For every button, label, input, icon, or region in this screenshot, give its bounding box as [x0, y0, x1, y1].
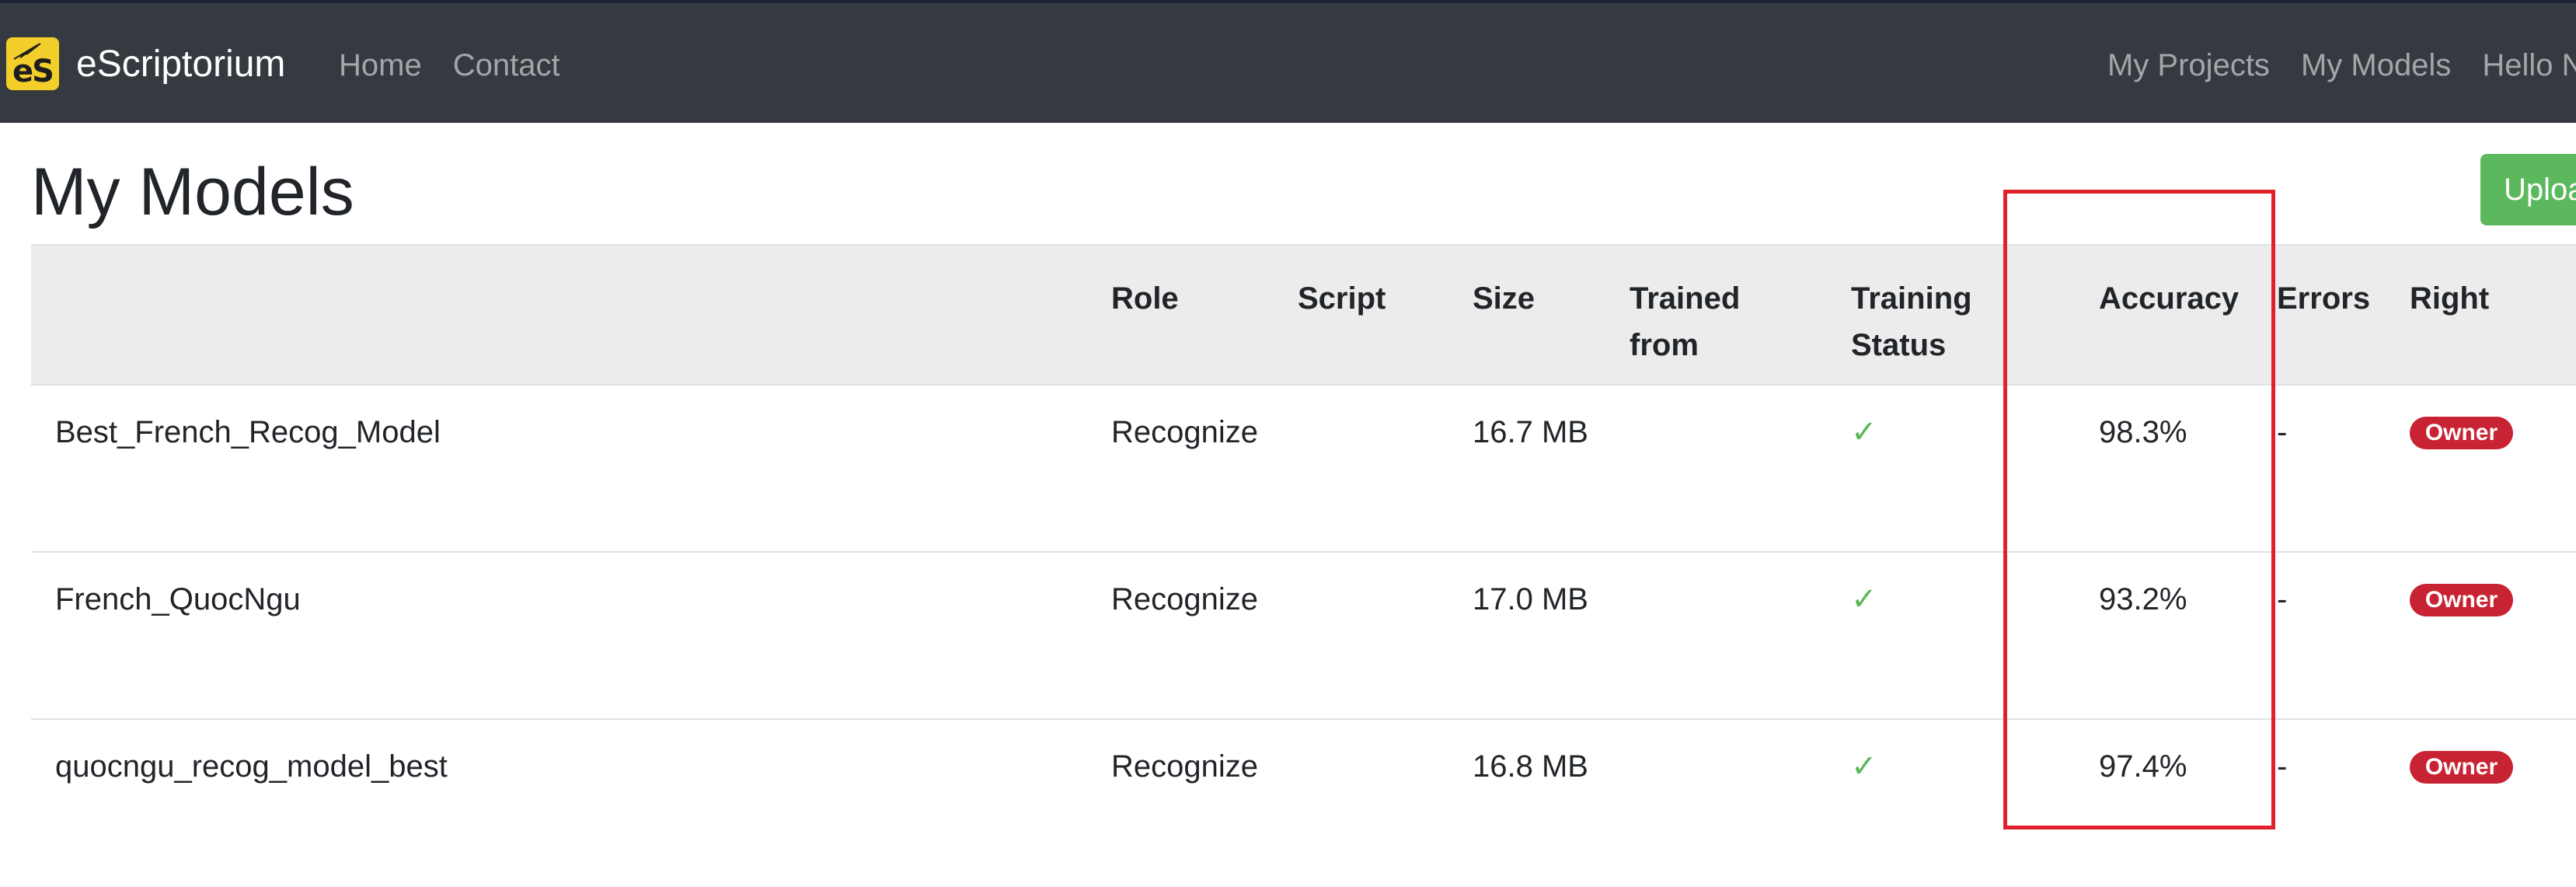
model-role: Recognize — [1111, 582, 1259, 616]
nav-left: Home Contact — [339, 48, 560, 83]
header-trained-from: Trained from — [1630, 275, 1740, 368]
nav-home-link[interactable]: Home — [339, 48, 422, 83]
header-size: Size — [1473, 281, 1535, 316]
header-errors: Errors — [2277, 281, 2371, 316]
header-role: Role — [1111, 281, 1179, 316]
nav-my-projects-link[interactable]: My Projects — [2107, 48, 2270, 83]
table-row: quocngu_recog_model_best Recognize 16.8 … — [31, 720, 2576, 887]
header-accuracy: Accuracy — [2099, 281, 2240, 316]
nav-user-menu[interactable]: Hello N — [2482, 48, 2576, 83]
model-role: Recognize — [1111, 415, 1259, 449]
header-trained-from-line1: Trained — [1630, 281, 1741, 316]
table-header: Role Script Size Trained from Training S… — [31, 244, 2576, 386]
check-icon: ✓ — [1851, 749, 1877, 784]
nav-my-models-link[interactable]: My Models — [2301, 48, 2451, 83]
header-training-status: Training Status — [1851, 275, 1972, 368]
owner-badge: Owner — [2410, 584, 2513, 616]
model-errors: - — [2277, 749, 2288, 784]
brand-name[interactable]: eScriptorium — [76, 43, 285, 86]
model-role: Recognize — [1111, 749, 1259, 784]
model-errors: - — [2277, 582, 2288, 616]
check-icon: ✓ — [1851, 581, 1877, 617]
model-name[interactable]: quocngu_recog_model_best — [55, 749, 448, 784]
logo-text: eS — [12, 54, 54, 89]
quill-icon — [13, 43, 41, 60]
owner-badge: Owner — [2410, 751, 2513, 784]
header-training-status-line1: Training — [1851, 281, 1972, 316]
model-size: 16.7 MB — [1473, 415, 1588, 449]
model-name[interactable]: Best_French_Recog_Model — [55, 415, 441, 449]
nav-contact-link[interactable]: Contact — [453, 48, 560, 83]
page-title: My Models — [31, 155, 354, 229]
model-errors: - — [2277, 415, 2288, 449]
model-accuracy: 98.3% — [2099, 415, 2187, 449]
table-row: Best_French_Recog_Model Recognize 16.7 M… — [31, 386, 2576, 553]
top-navbar: eS eScriptorium Home Contact My Projects… — [0, 0, 2576, 123]
upload-model-button[interactable]: Uploa — [2480, 154, 2576, 225]
header-training-status-line2: Status — [1851, 328, 1947, 362]
table-row: French_QuocNgu Recognize 17.0 MB ✓ 93.2%… — [31, 553, 2576, 720]
model-accuracy: 97.4% — [2099, 749, 2187, 784]
model-size: 16.8 MB — [1473, 749, 1588, 784]
model-size: 17.0 MB — [1473, 582, 1588, 616]
owner-badge: Owner — [2410, 417, 2513, 449]
header-trained-from-line2: from — [1630, 328, 1699, 362]
escriptorium-logo-icon: eS — [6, 37, 59, 90]
header-right: Right — [2410, 281, 2490, 316]
brand[interactable]: eS eScriptorium — [6, 36, 285, 92]
header-script: Script — [1298, 281, 1386, 316]
model-accuracy: 93.2% — [2099, 582, 2187, 616]
check-icon: ✓ — [1851, 414, 1877, 450]
model-name[interactable]: French_QuocNgu — [55, 582, 301, 616]
nav-right: My Projects My Models Hello N — [2107, 48, 2576, 83]
